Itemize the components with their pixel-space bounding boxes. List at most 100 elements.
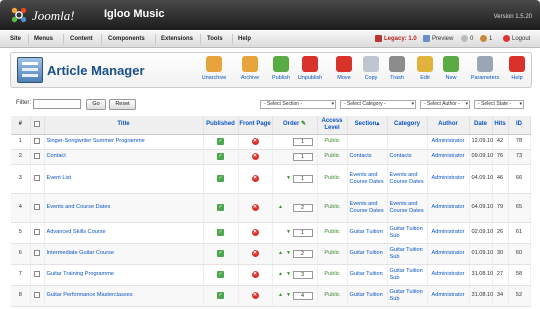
- article-title-link[interactable]: Guitar Training Programme: [44, 264, 204, 286]
- section-select[interactable]: - Select Section -: [260, 100, 336, 109]
- published-toggle[interactable]: ✓: [203, 134, 239, 150]
- row-checkbox[interactable]: [34, 138, 40, 144]
- access-level-link[interactable]: Public: [317, 264, 348, 286]
- front-page-x-icon[interactable]: ✕: [251, 138, 259, 145]
- menu-tools[interactable]: Tools: [207, 36, 223, 42]
- order-input[interactable]: 4: [292, 291, 313, 300]
- help-button[interactable]: Help: [501, 55, 533, 87]
- published-toggle[interactable]: ✓: [203, 222, 239, 244]
- filter-input[interactable]: [33, 99, 81, 109]
- section-link[interactable]: Guitar Tuition: [347, 285, 388, 307]
- section-link[interactable]: Guitar Tuition: [347, 222, 388, 244]
- front-page-toggle[interactable]: ✕: [238, 285, 273, 307]
- move-down-icon[interactable]: ▼: [285, 250, 293, 257]
- move-up-icon[interactable]: ▲: [277, 250, 285, 257]
- reset-button[interactable]: Reset: [109, 99, 136, 110]
- article-title-link[interactable]: Intermediate Guitar Course: [44, 243, 204, 265]
- order-input[interactable]: 1: [292, 152, 313, 161]
- row-select[interactable]: [30, 149, 45, 165]
- move-down-icon[interactable]: ▼: [285, 175, 293, 182]
- col-hits[interactable]: Hits: [492, 116, 509, 135]
- category-select[interactable]: - Select Category -: [340, 100, 416, 109]
- author-link[interactable]: Administrator: [427, 243, 470, 265]
- row-checkbox[interactable]: [34, 292, 40, 298]
- menu-help[interactable]: Help: [238, 36, 251, 42]
- col-select-all[interactable]: [30, 116, 45, 135]
- published-toggle[interactable]: ✓: [203, 264, 239, 286]
- menu-site[interactable]: Site: [10, 36, 21, 42]
- order-input[interactable]: 3: [292, 270, 313, 279]
- col-date[interactable]: Date: [469, 116, 493, 135]
- col-access[interactable]: Access Level: [317, 116, 348, 135]
- front-page-toggle[interactable]: ✕: [238, 243, 273, 265]
- article-title-link[interactable]: Guitar Performance Masterclasses: [44, 285, 204, 307]
- state-select[interactable]: - Select State -: [474, 100, 524, 109]
- section-link[interactable]: Contacts: [347, 149, 388, 165]
- author-link[interactable]: Administrator: [427, 164, 470, 194]
- author-link[interactable]: Administrator: [427, 134, 470, 150]
- row-checkbox[interactable]: [34, 204, 40, 210]
- category-link[interactable]: Guitar Tuition Sub: [387, 243, 428, 265]
- published-check-icon[interactable]: ✓: [217, 175, 224, 182]
- archive-button[interactable]: Archive: [234, 55, 266, 87]
- new-button[interactable]: New: [435, 55, 467, 87]
- menu-menus[interactable]: Menus: [34, 36, 53, 42]
- row-checkbox[interactable]: [34, 250, 40, 256]
- row-select[interactable]: [30, 285, 45, 307]
- published-check-icon[interactable]: ✓: [217, 229, 224, 236]
- published-toggle[interactable]: ✓: [203, 285, 239, 307]
- front-page-x-icon[interactable]: ✕: [251, 175, 259, 182]
- article-title-link[interactable]: Contact: [44, 149, 204, 165]
- front-page-toggle[interactable]: ✕: [238, 149, 273, 165]
- col-author[interactable]: Author: [427, 116, 470, 135]
- front-page-x-icon[interactable]: ✕: [251, 250, 259, 257]
- article-title-link[interactable]: Advanced Skills Course: [44, 222, 204, 244]
- author-link[interactable]: Administrator: [427, 222, 470, 244]
- published-check-icon[interactable]: ✓: [217, 271, 224, 278]
- col-title[interactable]: Title: [44, 116, 204, 135]
- access-level-link[interactable]: Public: [317, 222, 348, 244]
- menu-components[interactable]: Components: [108, 36, 145, 42]
- move-down-icon[interactable]: ▼: [285, 292, 293, 299]
- move-down-icon[interactable]: ▼: [285, 229, 293, 236]
- front-page-toggle[interactable]: ✕: [238, 193, 273, 223]
- access-level-link[interactable]: Public: [317, 243, 348, 265]
- category-link[interactable]: Guitar Tuition Sub: [387, 285, 428, 307]
- col-id[interactable]: ID: [508, 116, 531, 135]
- messages-status[interactable]: 0: [461, 35, 473, 42]
- published-check-icon[interactable]: ✓: [217, 292, 224, 299]
- order-input[interactable]: 1: [292, 137, 313, 146]
- published-check-icon[interactable]: ✓: [217, 153, 224, 160]
- front-page-x-icon[interactable]: ✕: [251, 229, 259, 236]
- author-link[interactable]: Administrator: [427, 285, 470, 307]
- move-up-icon[interactable]: ▲: [277, 204, 285, 211]
- preview-link[interactable]: Preview: [423, 35, 453, 42]
- published-toggle[interactable]: ✓: [203, 193, 239, 223]
- published-check-icon[interactable]: ✓: [217, 138, 224, 145]
- row-checkbox[interactable]: [34, 175, 40, 181]
- published-check-icon[interactable]: ✓: [217, 204, 224, 211]
- category-link[interactable]: Guitar Tuition Sub: [387, 222, 428, 244]
- access-level-link[interactable]: Public: [317, 149, 348, 165]
- row-select[interactable]: [30, 164, 45, 194]
- published-toggle[interactable]: ✓: [203, 149, 239, 165]
- front-page-toggle[interactable]: ✕: [238, 264, 273, 286]
- category-link[interactable]: Events and Course Dates: [387, 193, 428, 223]
- front-page-x-icon[interactable]: ✕: [251, 271, 259, 278]
- section-link[interactable]: Guitar Tuition: [347, 243, 388, 265]
- col-section[interactable]: Section▴: [347, 116, 388, 135]
- menu-extensions[interactable]: Extensions: [161, 36, 193, 42]
- move-up-icon[interactable]: ▲: [277, 292, 285, 299]
- order-input[interactable]: 2: [292, 249, 313, 258]
- publish-button[interactable]: Publish: [265, 55, 297, 87]
- access-level-link[interactable]: Public: [317, 285, 348, 307]
- menu-content[interactable]: Content: [70, 36, 93, 42]
- section-link[interactable]: Guitar Tuition: [347, 264, 388, 286]
- row-select[interactable]: [30, 134, 45, 150]
- row-select[interactable]: [30, 193, 45, 223]
- front-page-toggle[interactable]: ✕: [238, 222, 273, 244]
- save-order-icon[interactable]: ✎: [301, 121, 306, 127]
- section-link[interactable]: Events and Course Dates: [347, 193, 388, 223]
- category-link[interactable]: Events and Course Dates: [387, 164, 428, 194]
- unpublish-button[interactable]: Unpublish: [294, 55, 326, 87]
